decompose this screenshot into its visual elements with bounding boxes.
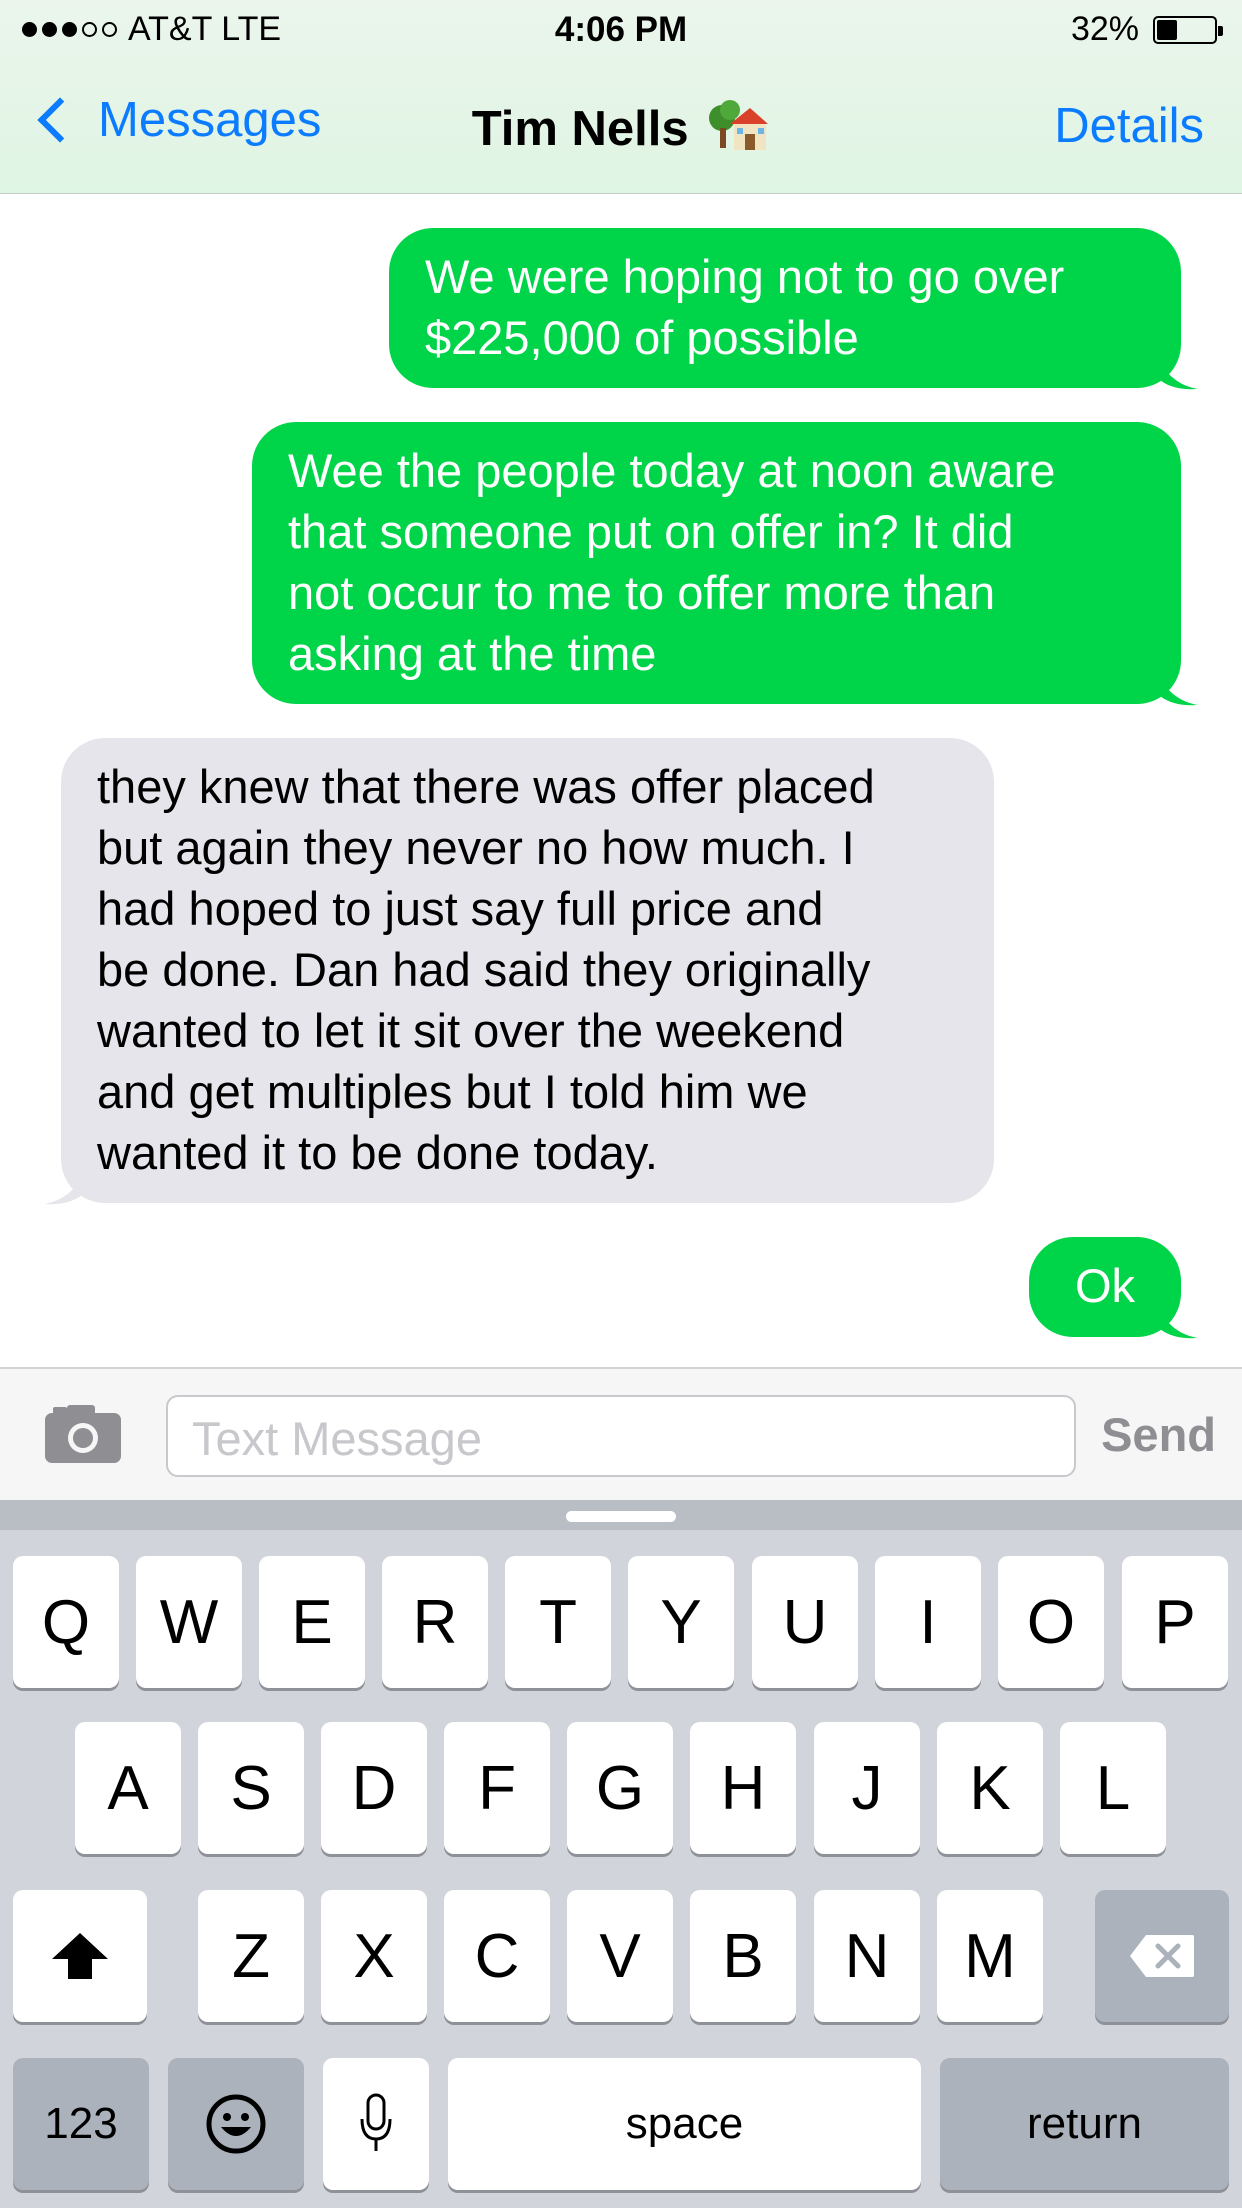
key-b[interactable]: B	[690, 1890, 796, 2022]
key-l[interactable]: L	[1060, 1722, 1166, 1854]
message-line: but again they never no how much. I	[97, 821, 855, 874]
received-message-bubble[interactable]: they knew that there was offer placed bu…	[61, 738, 994, 1203]
message-list[interactable]: We were hoping not to go over $225,000 o…	[0, 194, 1242, 1366]
message-line: $225,000 of possible	[425, 311, 859, 364]
bubble-tail	[1160, 678, 1198, 706]
battery-percentage: 32%	[1070, 10, 1139, 48]
details-button[interactable]: Details	[1054, 98, 1204, 154]
dictation-key[interactable]	[323, 2058, 429, 2190]
message-line: Wee the people today at noon aware	[288, 444, 1056, 497]
sent-message-bubble[interactable]: Ok	[1029, 1237, 1181, 1337]
key-i[interactable]: I	[875, 1556, 981, 1688]
top-bar: AT&T LTE 4:06 PM 32% Messages Tim Nells …	[0, 0, 1242, 194]
status-bar: AT&T LTE 4:06 PM 32%	[0, 0, 1242, 62]
shift-icon	[52, 1933, 108, 1979]
send-button[interactable]: Send	[1101, 1407, 1216, 1462]
status-time: 4:06 PM	[554, 10, 688, 49]
key-x[interactable]: X	[321, 1890, 427, 2022]
message-line: not occur to me to offer more than	[288, 566, 996, 619]
key-q[interactable]: Q	[13, 1556, 119, 1688]
numbers-key[interactable]: 123	[13, 2058, 149, 2190]
camera-icon[interactable]	[45, 1405, 121, 1468]
key-w[interactable]: W	[136, 1556, 242, 1688]
message-line: wanted to let it sit over the weekend	[97, 1004, 845, 1057]
battery-icon	[1153, 16, 1223, 44]
return-key[interactable]: return	[940, 2058, 1229, 2190]
bubble-tail	[1160, 362, 1198, 390]
message-line: wanted it to be done today.	[97, 1126, 658, 1179]
key-m[interactable]: M	[937, 1890, 1043, 2022]
message-line: that someone put on offer in? It did	[288, 505, 1014, 558]
compose-bar: Text Message Send	[0, 1367, 1242, 1502]
key-e[interactable]: E	[259, 1556, 365, 1688]
emoji-icon	[206, 2094, 266, 2154]
key-n[interactable]: N	[814, 1890, 920, 2022]
message-line: had hoped to just say full price and	[97, 882, 824, 935]
space-key[interactable]: space	[448, 2058, 921, 2190]
key-p[interactable]: P	[1122, 1556, 1228, 1688]
key-j[interactable]: J	[814, 1722, 920, 1854]
keyboard-top-strip	[0, 1500, 1242, 1530]
microphone-icon	[360, 2093, 392, 2151]
sent-message-bubble[interactable]: Wee the people today at noon aware that …	[252, 422, 1181, 704]
key-f[interactable]: F	[444, 1722, 550, 1854]
delete-key[interactable]	[1095, 1890, 1229, 2022]
sent-message-bubble[interactable]: We were hoping not to go over $225,000 o…	[389, 228, 1181, 388]
message-line: asking at the time	[288, 627, 657, 680]
emoji-key[interactable]	[168, 2058, 304, 2190]
key-g[interactable]: G	[567, 1722, 673, 1854]
bubble-tail	[1160, 1311, 1198, 1339]
key-z[interactable]: Z	[198, 1890, 304, 2022]
message-input-placeholder: Text Message	[192, 1412, 482, 1465]
key-h[interactable]: H	[690, 1722, 796, 1854]
key-o[interactable]: O	[998, 1556, 1104, 1688]
delete-icon	[1130, 1935, 1194, 1977]
message-input[interactable]: Text Message	[166, 1395, 1076, 1477]
key-k[interactable]: K	[937, 1722, 1043, 1854]
bubble-tail	[44, 1177, 82, 1205]
key-a[interactable]: A	[75, 1722, 181, 1854]
key-v[interactable]: V	[567, 1890, 673, 2022]
message-line: We were hoping not to go over	[425, 250, 1065, 303]
keyboard-handle[interactable]	[566, 1511, 676, 1522]
key-y[interactable]: Y	[628, 1556, 734, 1688]
house-with-tree-icon	[708, 98, 770, 166]
key-r[interactable]: R	[382, 1556, 488, 1688]
shift-key[interactable]	[13, 1890, 147, 2022]
key-d[interactable]: D	[321, 1722, 427, 1854]
message-line: they knew that there was offer placed	[97, 760, 875, 813]
key-c[interactable]: C	[444, 1890, 550, 2022]
key-t[interactable]: T	[505, 1556, 611, 1688]
message-line: and get multiples but I told him we	[97, 1065, 808, 1118]
contact-name: Tim Nells	[471, 101, 689, 156]
key-s[interactable]: S	[198, 1722, 304, 1854]
message-line: be done. Dan had said they originally	[97, 943, 871, 996]
key-u[interactable]: U	[752, 1556, 858, 1688]
keyboard: Q W E R T Y U I O P A S D F G H J K L Z …	[0, 1500, 1242, 2208]
message-line: Ok	[1074, 1259, 1136, 1312]
